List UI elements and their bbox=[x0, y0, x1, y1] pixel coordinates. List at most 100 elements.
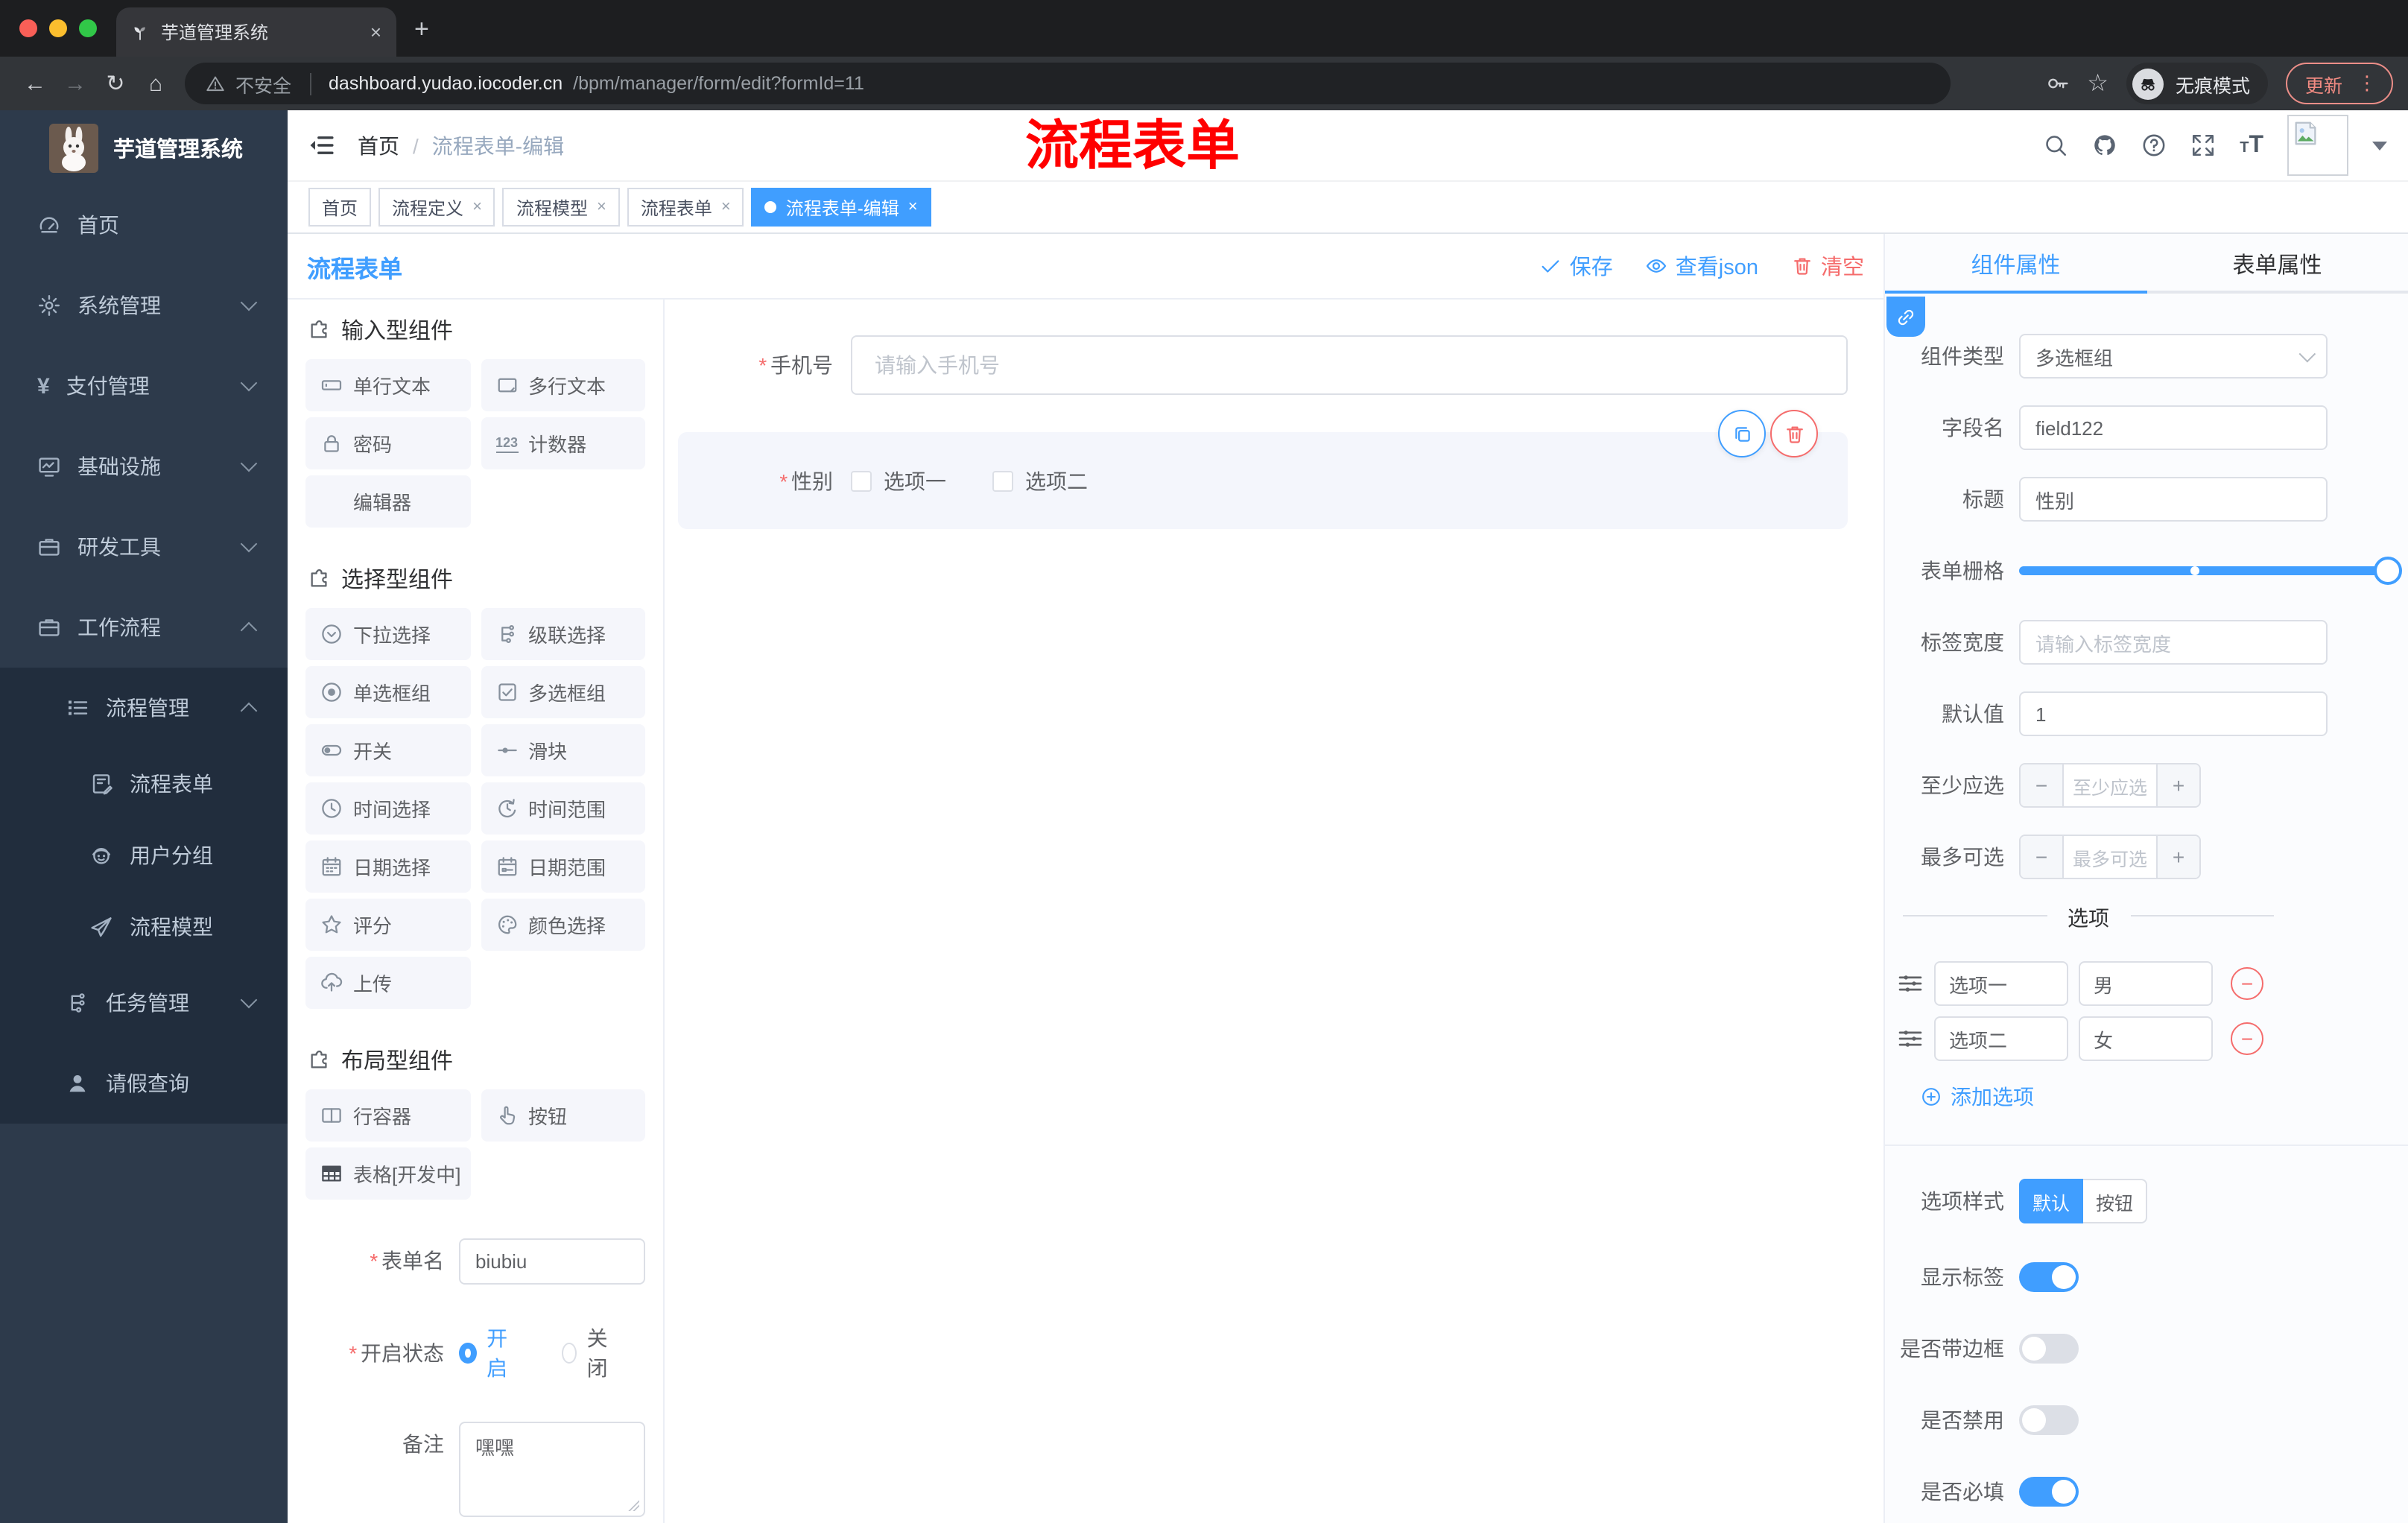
view-json-button[interactable]: 查看json bbox=[1646, 250, 1758, 282]
checkbox-box[interactable] bbox=[992, 470, 1013, 491]
palette-item-password[interactable]: 密码 bbox=[305, 417, 470, 469]
default-value-input[interactable]: 1 bbox=[2019, 691, 2328, 736]
breadcrumb-home[interactable]: 首页 bbox=[358, 130, 399, 160]
url-bar[interactable]: 不安全 dashboard.yudao.iocoder.cn/bpm/manag… bbox=[185, 63, 1951, 104]
option-value-input[interactable]: 女 bbox=[2079, 1016, 2213, 1061]
font-size-icon[interactable]: TT bbox=[2240, 132, 2263, 159]
palette-item-rate[interactable]: 评分 bbox=[305, 899, 470, 951]
clear-button[interactable]: 清空 bbox=[1791, 250, 1864, 282]
label-width-input[interactable]: 请输入标签宽度 bbox=[2019, 620, 2328, 665]
status-radio-on[interactable]: 开启 bbox=[459, 1323, 511, 1383]
browser-menu-icon[interactable]: ⋮ bbox=[2357, 72, 2377, 95]
avatar-caret-down-icon[interactable] bbox=[2372, 141, 2387, 150]
back-icon[interactable]: ← bbox=[15, 71, 55, 96]
help-icon[interactable] bbox=[2141, 133, 2167, 158]
min-select-placeholder[interactable]: 至少应选 bbox=[2064, 764, 2156, 806]
remove-option-button[interactable]: − bbox=[2231, 1022, 2263, 1055]
palette-item-date-range[interactable]: 日期范围 bbox=[481, 840, 645, 893]
sidebar-item-user-group[interactable]: 用户分组 bbox=[0, 820, 288, 891]
canvas-checkbox-option[interactable]: 选项二 bbox=[992, 466, 1088, 495]
palette-item-table[interactable]: 表格[开发中] bbox=[305, 1147, 470, 1200]
remove-option-button[interactable]: − bbox=[2231, 967, 2263, 1000]
form-remark-textarea[interactable]: 嘿嘿 bbox=[459, 1422, 645, 1517]
tab-home[interactable]: 首页 bbox=[308, 188, 372, 227]
reload-icon[interactable]: ↻ bbox=[95, 70, 136, 97]
delete-component-button[interactable] bbox=[1770, 410, 1818, 457]
palette-item-time-picker[interactable]: 时间选择 bbox=[305, 782, 470, 835]
sidebar-item-payment[interactable]: ¥ 支付管理 bbox=[0, 346, 288, 426]
tab-component-props[interactable]: 组件属性 bbox=[1885, 234, 2146, 294]
user-avatar[interactable] bbox=[2287, 115, 2348, 176]
title-input[interactable]: 性别 bbox=[2019, 477, 2328, 522]
palette-item-radio-group[interactable]: 单选框组 bbox=[305, 666, 470, 718]
sidebar-item-process-form[interactable]: 流程表单 bbox=[0, 748, 288, 820]
window-close-button[interactable] bbox=[19, 19, 37, 37]
field-name-input[interactable]: field122 bbox=[2019, 405, 2328, 450]
sidebar-item-process-model[interactable]: 流程模型 bbox=[0, 891, 288, 963]
selected-canvas-component[interactable]: * 性别 选项一 选项二 bbox=[678, 410, 1848, 529]
palette-item-button[interactable]: 按钮 bbox=[481, 1089, 645, 1142]
palette-item-date-picker[interactable]: 日期选择 bbox=[305, 840, 470, 893]
sidebar-item-process-mgmt[interactable]: 流程管理 bbox=[0, 668, 288, 748]
palette-item-multi-text[interactable]: 多行文本 bbox=[481, 359, 645, 411]
palette-item-switch[interactable]: 开关 bbox=[305, 724, 470, 776]
palette-item-color-picker[interactable]: 颜色选择 bbox=[481, 899, 645, 951]
tab-process-model[interactable]: 流程模型 × bbox=[502, 188, 620, 227]
canvas-field-phone[interactable]: * 手机号 请输入手机号 bbox=[665, 335, 1848, 395]
form-name-input[interactable]: biubiu bbox=[459, 1238, 645, 1285]
close-icon[interactable]: × bbox=[908, 198, 918, 216]
status-radio-off[interactable]: 关闭 bbox=[562, 1323, 614, 1383]
checkbox-box[interactable] bbox=[851, 470, 872, 491]
toggle-required[interactable] bbox=[2019, 1477, 2079, 1507]
save-button[interactable]: 保存 bbox=[1540, 250, 1613, 282]
forward-icon[interactable]: → bbox=[55, 71, 95, 96]
palette-item-row-container[interactable]: 行容器 bbox=[305, 1089, 470, 1142]
home-icon[interactable]: ⌂ bbox=[136, 71, 176, 96]
canvas-checkbox-option[interactable]: 选项一 bbox=[851, 466, 946, 495]
palette-item-checkbox-group[interactable]: 多选框组 bbox=[481, 666, 645, 718]
component-type-select[interactable]: 多选框组 bbox=[2019, 334, 2328, 379]
phone-input[interactable]: 请输入手机号 bbox=[851, 335, 1848, 395]
palette-item-single-text[interactable]: 单行文本 bbox=[305, 359, 470, 411]
sidebar-fold-icon[interactable] bbox=[308, 133, 334, 158]
sidebar-item-leave-query[interactable]: 请假查询 bbox=[0, 1043, 288, 1124]
github-icon[interactable] bbox=[2092, 133, 2117, 158]
sidebar-item-infra[interactable]: 基础设施 bbox=[0, 426, 288, 507]
new-tab-button[interactable]: + bbox=[414, 15, 429, 45]
palette-item-upload[interactable]: 上传 bbox=[305, 957, 470, 1009]
update-button[interactable]: 更新 ⋮ bbox=[2285, 63, 2393, 104]
form-grid-slider[interactable] bbox=[2019, 548, 2402, 593]
bookmark-star-icon[interactable]: ☆ bbox=[2087, 69, 2108, 98]
close-icon[interactable]: × bbox=[472, 198, 482, 216]
toggle-disabled[interactable] bbox=[2019, 1405, 2079, 1435]
sidebar-item-devtools[interactable]: 研发工具 bbox=[0, 507, 288, 587]
option-label-input[interactable]: 选项一 bbox=[1934, 961, 2068, 1006]
increase-button[interactable]: + bbox=[2156, 764, 2199, 806]
tab-process-form-edit[interactable]: 流程表单-编辑 × bbox=[751, 188, 931, 227]
sidebar-item-home[interactable]: 首页 bbox=[0, 185, 288, 265]
palette-item-editor[interactable]: 编辑器 bbox=[305, 475, 470, 528]
max-select-placeholder[interactable]: 最多可选 bbox=[2064, 836, 2156, 878]
search-icon[interactable] bbox=[2043, 133, 2068, 158]
tab-process-def[interactable]: 流程定义 × bbox=[378, 188, 495, 227]
palette-item-cascader[interactable]: 级联选择 bbox=[481, 608, 645, 660]
decrease-button[interactable]: − bbox=[2021, 836, 2064, 878]
browser-tab[interactable]: 芋道管理系统 × bbox=[116, 7, 396, 57]
resize-handle[interactable] bbox=[627, 1499, 639, 1511]
option-label-input[interactable]: 选项二 bbox=[1934, 1016, 2068, 1061]
fullscreen-icon[interactable] bbox=[2190, 133, 2216, 158]
increase-button[interactable]: + bbox=[2156, 836, 2199, 878]
tab-close-icon[interactable]: × bbox=[370, 21, 381, 43]
toggle-show-label[interactable] bbox=[2019, 1262, 2079, 1292]
palette-item-counter[interactable]: 123 计数器 bbox=[481, 417, 645, 469]
window-minimize-button[interactable] bbox=[49, 19, 67, 37]
drag-handle-icon[interactable] bbox=[1897, 1025, 1924, 1052]
copy-component-button[interactable] bbox=[1718, 410, 1766, 457]
decrease-button[interactable]: − bbox=[2021, 764, 2064, 806]
option-value-input[interactable]: 男 bbox=[2079, 961, 2213, 1006]
close-icon[interactable]: × bbox=[721, 198, 731, 216]
drag-handle-icon[interactable] bbox=[1897, 970, 1924, 997]
style-default-button[interactable]: 默认 bbox=[2019, 1179, 2083, 1223]
palette-item-select[interactable]: 下拉选择 bbox=[305, 608, 470, 660]
sidebar-item-task-mgmt[interactable]: 任务管理 bbox=[0, 963, 288, 1043]
